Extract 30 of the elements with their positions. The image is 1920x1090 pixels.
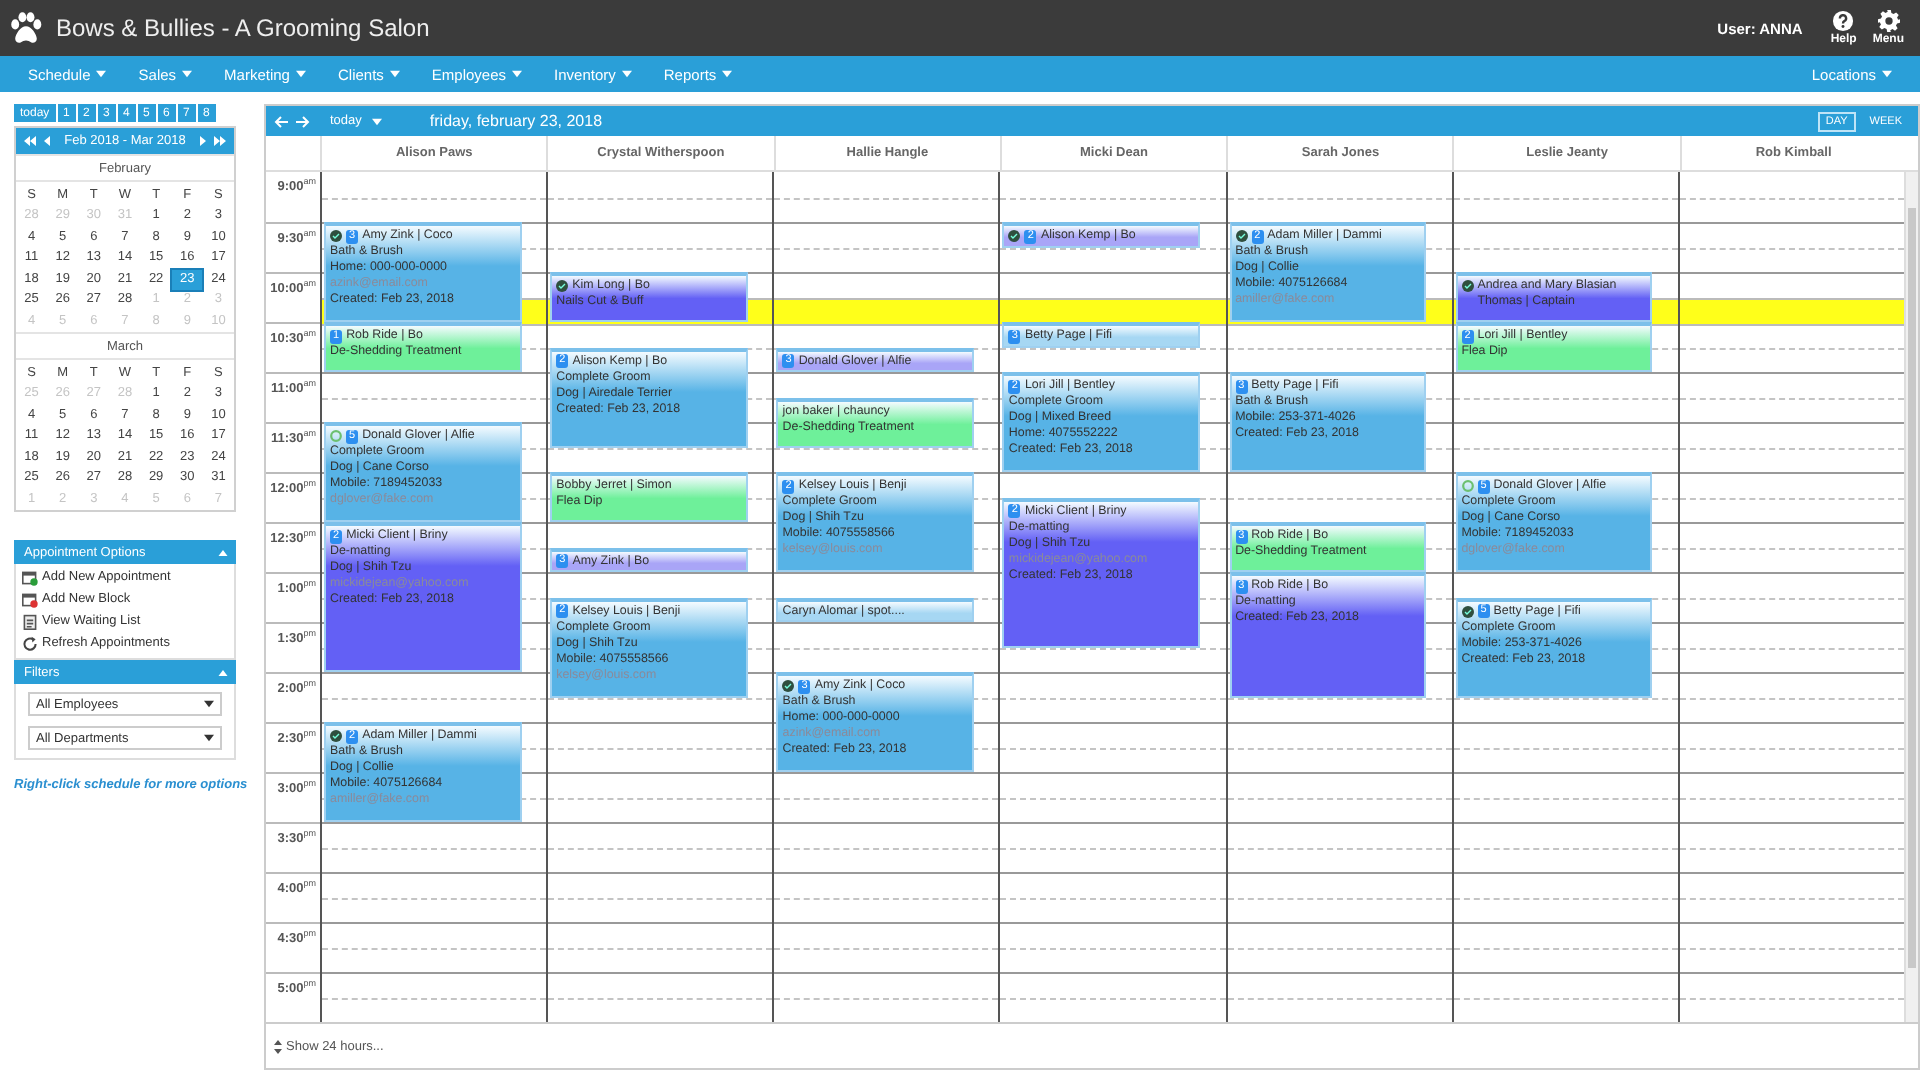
caret-icon	[371, 117, 382, 125]
left-arrow-icon[interactable]	[42, 136, 54, 146]
caret-icon	[204, 734, 214, 742]
caret-icon	[722, 70, 733, 78]
caret-icon	[295, 70, 306, 78]
caret-icon	[512, 70, 523, 78]
caret-icon	[621, 70, 632, 78]
calendar-add-icon	[22, 569, 38, 585]
caret-icon	[96, 70, 107, 78]
expand-icon	[274, 1039, 282, 1053]
calendar-block-icon	[22, 591, 38, 607]
app-title: Bows & Bullies - A Grooming Salon	[56, 14, 430, 42]
double-left-icon[interactable]	[24, 136, 36, 146]
collapse-icon	[218, 669, 228, 675]
caret-icon	[182, 70, 193, 78]
double-right-icon[interactable]	[213, 136, 226, 146]
refresh-icon	[22, 635, 38, 651]
caret-icon	[389, 70, 400, 78]
caret-icon	[204, 700, 214, 708]
settings-icon	[1877, 10, 1900, 32]
back-arrow-icon[interactable]	[274, 115, 288, 127]
right-arrow-icon[interactable]	[195, 136, 208, 146]
help-icon	[1832, 10, 1855, 32]
clipboard-icon	[22, 613, 38, 629]
schedule-date: friday, february 23, 2018	[429, 112, 603, 130]
collapse-icon	[218, 549, 228, 555]
paw-logo-icon	[8, 10, 44, 46]
forward-arrow-icon[interactable]	[296, 115, 310, 127]
caret-icon	[1882, 70, 1892, 78]
scrollbar[interactable]	[1903, 172, 1918, 1022]
